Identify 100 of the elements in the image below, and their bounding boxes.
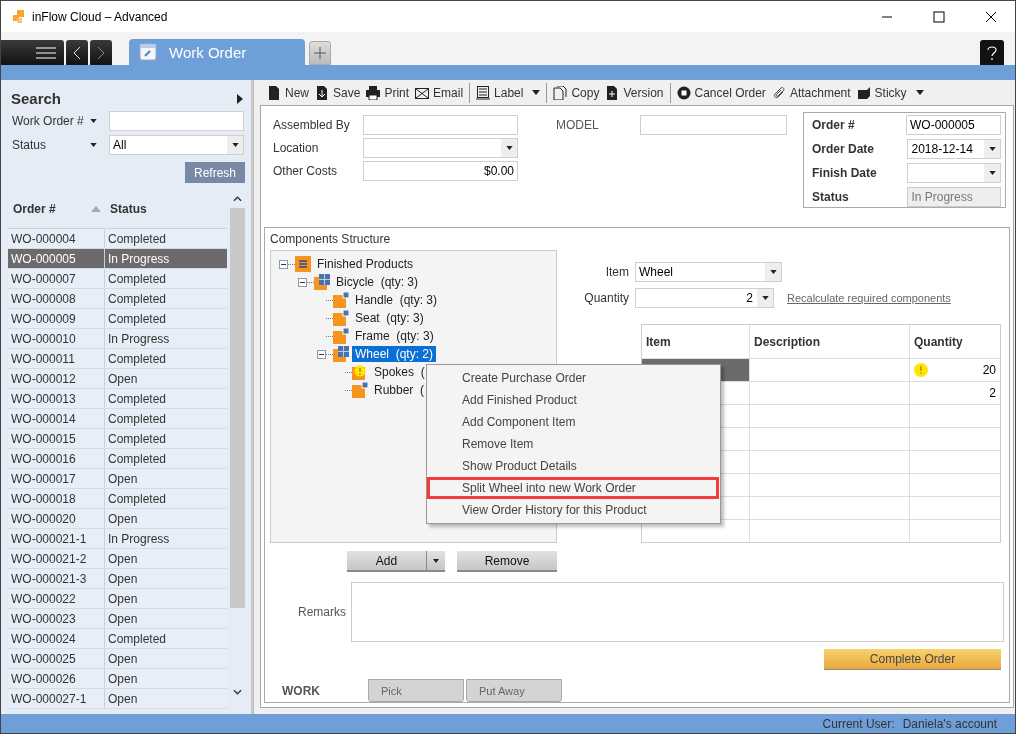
order-row[interactable]: WO-000020 Open [8, 509, 228, 529]
toolbar-button[interactable]: Label [473, 81, 544, 104]
close-icon[interactable] [985, 10, 997, 23]
text-field[interactable] [363, 115, 518, 135]
maximize-icon[interactable] [933, 10, 945, 23]
status-dropdown[interactable]: All [109, 135, 244, 155]
tree-item[interactable]: Wheel (qty: 2) [352, 346, 437, 362]
expand-panel-icon[interactable] [237, 93, 243, 104]
order-row[interactable]: WO-000013 Completed [8, 389, 228, 409]
tree-item[interactable]: Bicycle (qty: 3) [333, 274, 422, 290]
assembly-icon [333, 346, 349, 362]
tree-item[interactable]: Finished Products [314, 256, 417, 272]
collapse-icon[interactable] [317, 349, 326, 359]
collapse-icon[interactable] [279, 259, 288, 269]
filter-label: Work Order # [12, 114, 85, 128]
order-row[interactable]: WO-000011 Completed [8, 349, 228, 369]
caret-icon[interactable] [90, 119, 97, 123]
field-label: Status [812, 190, 850, 204]
order-row[interactable]: WO-000021-3 Open [8, 569, 228, 589]
refresh-button[interactable]: Refresh [185, 162, 245, 183]
order-row[interactable]: WO-000021-2 Open [8, 549, 228, 569]
field-label: Order Date [812, 142, 876, 156]
order-row[interactable]: WO-000024 Completed [8, 629, 228, 649]
help-button[interactable] [980, 40, 1004, 65]
menu-button[interactable] [1, 40, 64, 65]
field-label: Finish Date [812, 166, 878, 180]
table-cell: 2 [989, 386, 996, 400]
column-header[interactable]: Status [105, 202, 147, 216]
toolbar-button[interactable]: Attachment [768, 81, 854, 104]
caret-icon [532, 90, 541, 95]
toolbar-button[interactable]: Print [363, 81, 413, 104]
toolbar-button[interactable]: Email [412, 81, 467, 104]
menu-item[interactable]: Add Finished Product [427, 389, 720, 411]
order-row[interactable]: WO-000022 Open [8, 589, 228, 609]
order-row[interactable]: WO-000027-1 Open [8, 689, 228, 709]
collapse-icon[interactable] [298, 277, 307, 287]
toolbar-button[interactable]: Copy [550, 81, 603, 104]
order-row[interactable]: WO-000005 In Progress [8, 249, 228, 269]
complete-order-button[interactable]: Complete Order [824, 649, 1001, 670]
order-row[interactable]: WO-000007 Completed [8, 269, 228, 289]
order-row[interactable]: WO-000018 Completed [8, 489, 228, 509]
remove-button[interactable]: Remove [457, 551, 557, 572]
forward-button[interactable] [90, 40, 112, 65]
text-field[interactable]: $0.00 [363, 161, 518, 181]
tree-item[interactable]: Rubber ( [371, 382, 428, 398]
order-row[interactable]: WO-000025 Open [8, 649, 228, 669]
field-label: Item [604, 265, 630, 279]
bottom-tab[interactable]: Put Away [466, 679, 562, 702]
chevron-up-icon[interactable] [232, 196, 242, 202]
search-field[interactable] [109, 111, 244, 131]
order-row[interactable]: WO-000014 Completed [8, 409, 228, 429]
envelope-icon [415, 85, 430, 100]
chevron-down-icon[interactable] [232, 689, 242, 695]
order-row[interactable]: WO-000008 Completed [8, 289, 228, 309]
order-row[interactable]: WO-000004 Completed [8, 229, 228, 249]
text-field[interactable]: WO-000005 [906, 115, 1001, 135]
document-icon [267, 85, 281, 100]
order-row[interactable]: WO-000009 Completed [8, 309, 228, 329]
toolbar-button[interactable]: Sticky [853, 81, 927, 104]
tree-item[interactable]: Frame (qty: 3) [352, 328, 437, 344]
quantity-field[interactable]: 2 [635, 288, 774, 308]
order-row[interactable]: WO-000021-1 In Progress [8, 529, 228, 549]
date-picker[interactable]: 2018-12-14 [907, 139, 1001, 159]
order-row[interactable]: WO-000026 Open [8, 669, 228, 689]
column-header[interactable]: Order # [8, 202, 105, 216]
section-title: Components Structure [270, 232, 392, 248]
menu-item[interactable]: Split Wheel into new Work Order [427, 477, 719, 499]
order-row[interactable]: WO-000010 In Progress [8, 329, 228, 349]
toolbar-button[interactable]: Save [312, 81, 364, 104]
caret-icon[interactable] [90, 143, 97, 147]
model-field[interactable] [640, 115, 787, 135]
menu-item[interactable]: View Order History for this Product [427, 499, 720, 521]
menu-item[interactable]: Add Component Item [427, 411, 720, 433]
order-row[interactable]: WO-000023 Open [8, 609, 228, 629]
tree-item[interactable]: Handle (qty: 3) [352, 292, 441, 308]
menu-item[interactable]: Create Purchase Order [427, 367, 720, 389]
order-row[interactable]: WO-000015 Completed [8, 429, 228, 449]
remarks-field[interactable] [351, 582, 1004, 642]
part-icon [352, 364, 368, 380]
column-header: Description [749, 325, 909, 358]
recalculate-link[interactable]: Recalculate required components [787, 292, 951, 304]
toolbar-button[interactable]: Cancel Order [673, 81, 769, 104]
note-icon [856, 85, 871, 100]
order-row[interactable]: WO-000012 Open [8, 369, 228, 389]
back-button[interactable] [66, 40, 88, 65]
add-button[interactable]: Add [347, 551, 445, 572]
caret-icon [761, 296, 769, 300]
order-row[interactable]: WO-000016 Completed [8, 449, 228, 469]
item-dropdown[interactable]: Wheel [635, 262, 782, 282]
toolbar-button[interactable]: New [264, 81, 312, 104]
part-icon [333, 292, 349, 308]
bottom-tab[interactable]: Pick [368, 679, 464, 702]
tree-item[interactable]: Spokes ( [371, 364, 428, 380]
order-row[interactable]: WO-000017 Open [8, 469, 228, 489]
field-label: Quantity [583, 291, 630, 305]
toolbar-button[interactable]: Version [602, 81, 667, 104]
table-cell: 20 [982, 363, 996, 377]
menu-item[interactable]: Remove Item [427, 433, 720, 455]
tree-item[interactable]: Seat (qty: 3) [352, 310, 427, 326]
menu-item[interactable]: Show Product Details [427, 455, 720, 477]
